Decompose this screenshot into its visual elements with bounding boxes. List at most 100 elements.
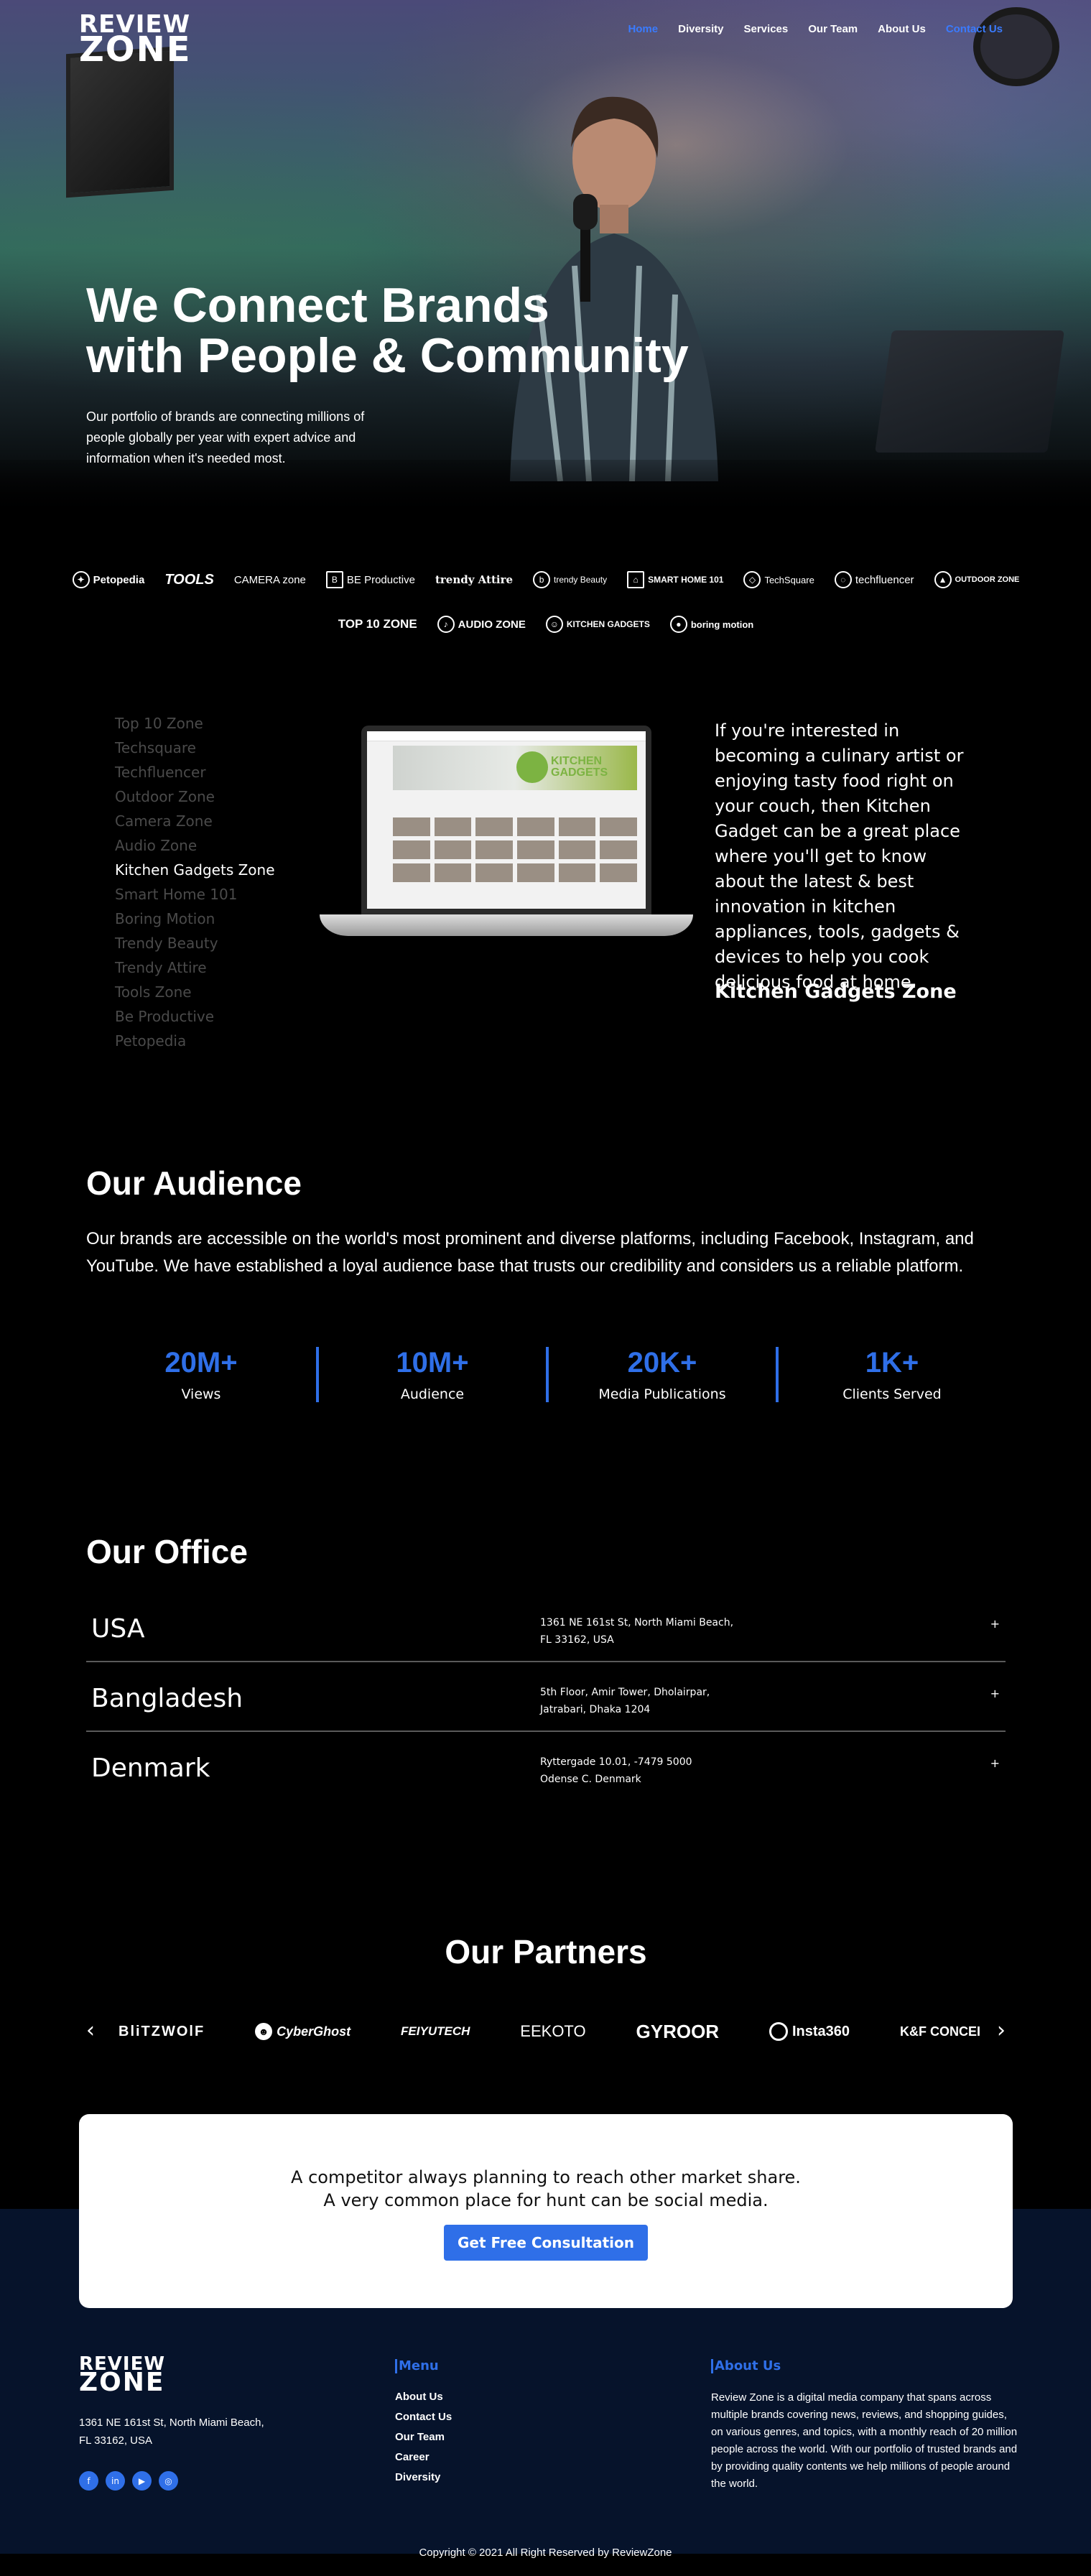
brand-logo-smart-home[interactable]: ⌂ SMART HOME 101: [617, 571, 733, 588]
footer-link-our-team[interactable]: Our Team: [395, 2431, 452, 2451]
brand-logo-camera-zone[interactable]: CAMERA zone: [224, 574, 316, 586]
office-row-bangladesh[interactable]: Bangladesh 5th Floor, Amir Tower, Dholai…: [86, 1662, 1006, 1732]
hero-title: We Connect Brands with People & Communit…: [86, 280, 689, 381]
partner-logo-feiyutech[interactable]: FEIYUTECH: [401, 2024, 470, 2039]
brand-logo-trendy-beauty[interactable]: b trendy Beauty: [523, 571, 617, 588]
techsquare-icon: ◇: [743, 571, 761, 588]
partner-logo-blitzwolf[interactable]: BliTZWOlF: [119, 2024, 205, 2040]
cta-card: A competitor always planning to reach ot…: [79, 2114, 1013, 2308]
expand-icon[interactable]: +: [990, 1756, 1000, 1770]
chevron-left-icon[interactable]: ‹: [86, 2020, 95, 2042]
youtube-icon[interactable]: ▶: [132, 2471, 152, 2491]
nav-our-team[interactable]: Our Team: [808, 23, 858, 35]
zone-item-boring-motion[interactable]: Boring Motion: [115, 910, 275, 935]
footer-menu-column: Menu About Us Contact Us Our Team Career…: [395, 2359, 452, 2491]
footer-link-diversity[interactable]: Diversity: [395, 2471, 452, 2491]
partner-logo-gyroor[interactable]: GYROOR: [636, 2021, 720, 2043]
footer-link-career[interactable]: Career: [395, 2451, 452, 2471]
footer-link-about-us[interactable]: About Us: [395, 2391, 452, 2411]
stat-value: 10M+: [396, 1347, 469, 1379]
zone-item-top10[interactable]: Top 10 Zone: [115, 715, 275, 739]
video-thumbnail: [393, 817, 430, 836]
get-free-consultation-button[interactable]: Get Free Consultation: [444, 2225, 648, 2261]
paw-icon: ✦: [72, 571, 90, 588]
expand-icon[interactable]: +: [990, 1617, 1000, 1631]
stat-value: 20M+: [164, 1347, 238, 1379]
brand-logo-techfluencer[interactable]: ◌ techfluencer: [825, 571, 924, 588]
brand-logo-be-productive[interactable]: B BE Productive: [316, 571, 425, 588]
office-section: Our Office USA 1361 NE 161st St, North M…: [86, 1532, 1006, 1802]
partner-logo-cyberghost[interactable]: ☻ CyberGhost: [255, 2023, 350, 2040]
video-thumbnail: [475, 863, 513, 882]
office-country: Denmark: [91, 1753, 210, 1783]
zone-item-trendy-beauty[interactable]: Trendy Beauty: [115, 935, 275, 959]
office-row-usa[interactable]: USA 1361 NE 161st St, North Miami Beach,…: [86, 1593, 1006, 1662]
office-address: 1361 NE 161st St, North Miami Beach, FL …: [540, 1617, 734, 1646]
brand-logo-tools[interactable]: TOOLS: [154, 572, 224, 588]
video-thumbnail: [393, 840, 430, 859]
chevron-right-icon[interactable]: ›: [997, 2020, 1006, 2042]
expand-icon[interactable]: +: [990, 1687, 1000, 1700]
zone-item-smart-home[interactable]: Smart Home 101: [115, 886, 275, 910]
audience-section: Our Audience Our brands are accessible o…: [86, 1164, 1006, 1402]
nav-about-us[interactable]: About Us: [878, 23, 926, 35]
brand-logo-petopedia[interactable]: ✦ Petopedia: [62, 571, 155, 588]
zone-item-camera[interactable]: Camera Zone: [115, 812, 275, 837]
video-thumbnail: [475, 817, 513, 836]
video-thumbnail: [434, 840, 472, 859]
brand-logo-outdoor-zone[interactable]: ▲ OUTDOOR ZONE: [924, 571, 1030, 588]
zone-item-be-productive[interactable]: Be Productive: [115, 1008, 275, 1032]
zone-item-trendy-attire[interactable]: Trendy Attire: [115, 959, 275, 983]
partners-title: Our Partners: [445, 1933, 647, 1970]
brand-logo-techsquare[interactable]: ◇ TechSquare: [733, 571, 824, 588]
footer-about-title: About Us: [711, 2359, 1018, 2373]
house-icon: ⌂: [627, 571, 645, 588]
brand-logos: ✦ Petopedia TOOLS CAMERA zone B BE Product…: [72, 562, 1019, 642]
social-links: f in ▶ ◎: [79, 2471, 178, 2491]
zone-item-techsquare[interactable]: Techsquare: [115, 739, 275, 764]
office-row-denmark[interactable]: Denmark Ryttergade 10.01, -7479 5000 Ode…: [86, 1732, 1006, 1802]
linkedin-icon[interactable]: in: [106, 2471, 125, 2491]
brand-logo-audio-zone[interactable]: ♪ AUDIO ZONE: [427, 616, 536, 633]
cta-text: A competitor always planning to reach ot…: [291, 2167, 801, 2210]
logo-line2: ZONE: [79, 29, 192, 70]
footer-logo[interactable]: REVIEW ZONE: [79, 2355, 165, 2395]
brand-logo-kitchen-gadgets[interactable]: ☺ KITCHEN GADGETS: [536, 616, 660, 633]
audience-title: Our Audience: [86, 1164, 302, 1202]
site-logo[interactable]: REVIEW ZONE: [79, 12, 192, 70]
zone-item-tools[interactable]: Tools Zone: [115, 983, 275, 1008]
zone-item-techfluencer[interactable]: Techfluencer: [115, 764, 275, 788]
zone-description: If you're interested in becoming a culin…: [715, 721, 964, 992]
nav-contact-us[interactable]: Contact Us: [946, 23, 1003, 35]
facebook-icon[interactable]: f: [79, 2471, 98, 2491]
video-thumbnail: [600, 863, 637, 882]
stat-label: Clients Served: [842, 1386, 942, 1402]
ghost-icon: ☻: [255, 2023, 273, 2040]
stat-value: 1K+: [865, 1347, 919, 1379]
partner-logo-eekoto[interactable]: EEKOTO: [520, 2022, 585, 2041]
footer-link-contact-us[interactable]: Contact Us: [395, 2411, 452, 2431]
stat-audience: 10M+ Audience: [315, 1347, 546, 1402]
nav-diversity[interactable]: Diversity: [678, 23, 723, 35]
brand-logo-trendy-attire[interactable]: trendy Attire: [425, 573, 523, 586]
nav-home[interactable]: Home: [628, 23, 658, 35]
drop-icon: ●: [669, 616, 687, 633]
nav-services[interactable]: Services: [744, 23, 789, 35]
zone-item-petopedia[interactable]: Petopedia: [115, 1032, 275, 1057]
video-thumbnail: [600, 840, 637, 859]
instagram-icon[interactable]: ◎: [159, 2471, 178, 2491]
video-thumbnail: [434, 863, 472, 882]
brand-logo-boring-motion[interactable]: ● boring motion: [660, 616, 763, 633]
zone-item-kitchen-gadgets[interactable]: Kitchen Gadgets Zone: [115, 861, 275, 886]
brand-logo-top10-zone[interactable]: TOP 10 ZONE: [328, 617, 427, 631]
laptop-base: [320, 914, 693, 936]
zone-item-outdoor[interactable]: Outdoor Zone: [115, 788, 275, 812]
partner-logo-insta360[interactable]: Insta360: [769, 2022, 850, 2041]
zone-item-audio[interactable]: Audio Zone: [115, 837, 275, 861]
stat-media-publications: 20K+ Media Publications: [545, 1347, 776, 1402]
footer-menu: About Us Contact Us Our Team Career Dive…: [395, 2391, 452, 2491]
partners-carousel: ‹ BliTZWOlF ☻ CyberGhost FEIYUTECH EEKOTO…: [79, 2017, 1013, 2046]
be-icon: B: [325, 571, 343, 588]
video-thumbnail: [517, 817, 554, 836]
partner-logo-kf-concept[interactable]: K&F CONCEI: [900, 2024, 980, 2039]
